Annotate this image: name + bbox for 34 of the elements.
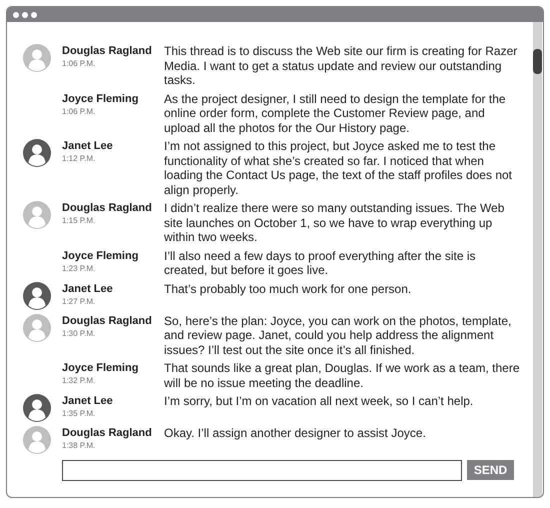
sender-name: Joyce Fleming	[62, 362, 140, 375]
scrollbar-track[interactable]	[533, 22, 542, 497]
message-time: 1:15 P.M.	[62, 215, 96, 226]
message-text: That sounds like a great plan, Douglas. If we work as a team, there will be no issue meeting the deadline.	[164, 361, 521, 390]
message-text: Okay. I’ll assign another designer to assist Joyce.	[164, 426, 427, 440]
message-time: 1:32 P.M.	[62, 375, 96, 386]
message-input[interactable]	[62, 460, 462, 481]
message-time: 1:06 P.M.	[62, 106, 96, 116]
message-text: I’ll also need a few days to proof everything after the site is created, but before it goes live.	[164, 248, 477, 278]
send-button[interactable]: SEND	[467, 460, 514, 480]
message-time: 1:35 P.M.	[62, 408, 96, 419]
scrollbar-thumb[interactable]	[533, 49, 542, 74]
message-text: I’m sorry, but I’m on vacation all next week, so I can’t help.	[164, 394, 474, 408]
message-time: 1:27 P.M.	[62, 296, 96, 306]
sender-name: Douglas Ragland	[62, 314, 153, 328]
sender-name: Janet Lee	[62, 140, 114, 153]
sender-name: Janet Lee	[62, 282, 114, 296]
message-time: 1:06 P.M.	[62, 58, 96, 69]
sender-name: Janet Lee	[62, 395, 114, 408]
sender-name: Douglas Ragland	[62, 427, 153, 440]
message-time: 1:30 P.M.	[62, 328, 96, 338]
sender-name: Joyce Fleming	[62, 250, 140, 262]
sender-name: Douglas Ragland	[62, 202, 153, 215]
message-time: 1:38 P.M.	[62, 440, 96, 451]
sender-name: Douglas Ragland	[62, 45, 153, 58]
message-text: So, here’s the plan: Joyce, you can work on the photos, template, and review page. Janet, could you help address the alignment issues? I’ll test out the site once it’s all finished.	[164, 314, 512, 357]
message-text: This thread is to discuss the Web site our firm is creating for Razer Media. I want to get a status update and review our outstanding tasks.	[164, 44, 518, 88]
message-text: That’s probably too much work for one person.	[164, 282, 412, 296]
message-text: As the project designer, I still need to design the template for the online order form, complete the Customer Review page, and upload all the photos for the Our History page.	[164, 92, 507, 135]
message-time: 1:12 P.M.	[62, 153, 96, 164]
message-text: I’m not assigned to this project, but Joyce asked me to test the functionality of what she’s created so far. I noticed that when loading the Contact Us page, the text of the staff profiles does not align properly.	[164, 139, 513, 197]
sender-name: Joyce Fleming	[62, 92, 140, 106]
message-time: 1:23 P.M.	[62, 262, 96, 274]
message-text: I didn’t realize there were so many outstanding issues. The Web site launches on October 1, so we have to wrap everything up within two weeks.	[164, 201, 506, 244]
